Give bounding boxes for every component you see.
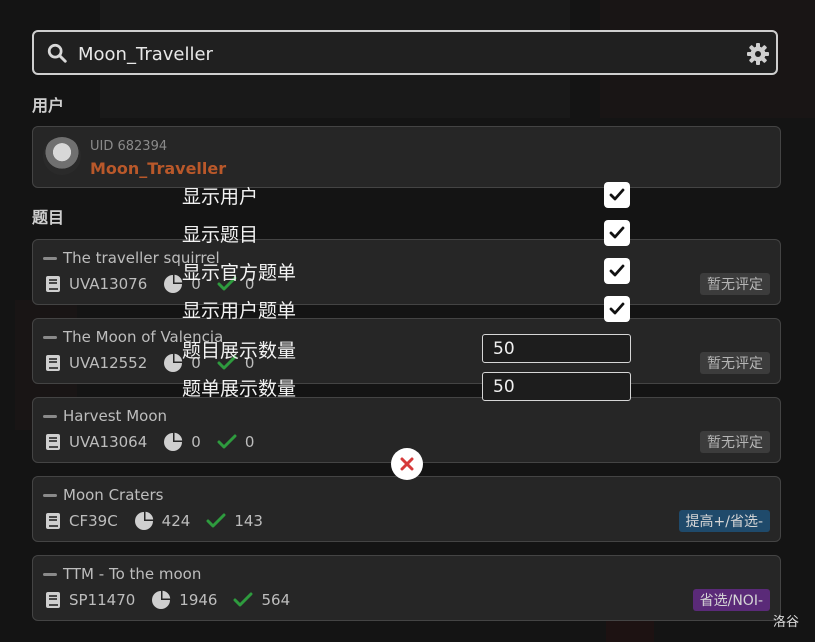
search-panel: 用户 UID 682394 Moon_Traveller 题目 The trav… xyxy=(0,0,815,642)
problem-id: UVA13064 xyxy=(69,433,148,451)
problem-id: UVA12552 xyxy=(69,354,148,372)
problem-title-text: Moon Craters xyxy=(63,486,164,504)
show-official-lists-checkbox[interactable] xyxy=(604,258,630,284)
submit-count: 424 xyxy=(161,512,191,530)
book-icon xyxy=(45,591,61,609)
problem-id: SP11470 xyxy=(69,591,136,609)
pie-chart-icon xyxy=(163,432,183,452)
difficulty-tag: 暂无评定 xyxy=(700,273,770,295)
submit-count: 0 xyxy=(191,433,201,451)
problems-section-title: 题目 xyxy=(32,208,65,227)
problem-title-text: Harvest Moon xyxy=(63,407,168,425)
user-uid: UID 682394 xyxy=(90,139,168,154)
close-icon xyxy=(400,457,414,471)
setting-label: 题单展示数量 xyxy=(182,378,297,400)
difficulty-tag: 暂无评定 xyxy=(700,352,770,374)
difficulty-dash-icon xyxy=(43,335,57,339)
setting-show-official-lists: 显示官方题单 xyxy=(182,254,642,286)
accepted-count: 143 xyxy=(234,512,263,530)
problem-count-input[interactable] xyxy=(482,334,631,363)
user-name[interactable]: Moon_Traveller xyxy=(90,159,226,178)
problem-meta: CF39C 424 143 xyxy=(45,511,279,531)
show-users-checkbox[interactable] xyxy=(604,182,630,208)
problem-title[interactable]: Harvest Moon xyxy=(43,407,167,425)
check-icon xyxy=(233,592,253,608)
search-bar[interactable] xyxy=(32,30,778,75)
setting-list-count: 题单展示数量 xyxy=(182,372,642,404)
problem-id: UVA13076 xyxy=(69,275,148,293)
difficulty-dash-icon xyxy=(43,572,57,576)
difficulty-tag: 省选/NOI- xyxy=(692,589,770,611)
difficulty-tag: 提高+/省选- xyxy=(678,510,770,532)
setting-show-users: 显示用户 xyxy=(182,178,642,210)
setting-label: 显示官方题单 xyxy=(182,262,297,284)
book-icon xyxy=(45,354,61,372)
submit-count: 1946 xyxy=(179,591,218,609)
search-settings-popup: 显示用户 显示题目 显示官方题单 显示用户题单 题目展示数量 50 题单展示数量… xyxy=(182,178,642,408)
problem-meta: SP11470 1946 564 xyxy=(45,590,306,610)
difficulty-tag: 暂无评定 xyxy=(700,431,770,453)
show-user-lists-checkbox[interactable] xyxy=(604,296,630,322)
setting-label: 显示用户 xyxy=(182,186,259,208)
setting-label: 显示题目 xyxy=(182,224,259,246)
book-icon xyxy=(45,275,61,293)
setting-label: 题目展示数量 xyxy=(182,340,297,362)
pie-chart-icon xyxy=(134,511,154,531)
problem-title[interactable]: Moon Craters xyxy=(43,486,164,504)
problem-card[interactable]: Moon Craters CF39C 424 143 提高+/省选- xyxy=(32,476,781,542)
accepted-count: 564 xyxy=(261,591,291,609)
pie-chart-icon xyxy=(163,353,183,373)
close-settings-button[interactable] xyxy=(391,448,423,480)
book-icon xyxy=(45,512,61,530)
accepted-count: 0 xyxy=(244,433,255,451)
setting-show-user-lists: 显示用户题单 xyxy=(182,292,642,324)
check-icon xyxy=(206,513,226,529)
checkmark-icon xyxy=(609,264,625,277)
checkmark-icon xyxy=(609,226,625,239)
book-icon xyxy=(45,433,61,451)
check-icon xyxy=(217,434,237,450)
difficulty-dash-icon xyxy=(43,493,57,497)
list-count-input[interactable] xyxy=(482,372,631,401)
gear-icon[interactable] xyxy=(746,42,770,66)
problem-title-text: TTM - To the moon xyxy=(63,565,202,583)
avatar xyxy=(43,137,81,175)
difficulty-dash-icon xyxy=(43,414,57,418)
setting-label: 显示用户题单 xyxy=(182,300,297,322)
checkmark-icon xyxy=(609,302,625,315)
site-label: 洛谷 xyxy=(773,615,800,630)
pie-chart-icon xyxy=(163,274,183,294)
search-icon xyxy=(47,43,67,63)
show-problems-checkbox[interactable] xyxy=(604,220,630,246)
problem-meta: UVA13064 0 0 xyxy=(45,432,270,452)
problem-card[interactable]: TTM - To the moon SP11470 1946 564 省选/NOI- xyxy=(32,555,781,621)
setting-show-problems: 显示题目 xyxy=(182,216,642,248)
search-input[interactable] xyxy=(76,38,720,70)
problem-title[interactable]: TTM - To the moon xyxy=(43,565,201,583)
checkmark-icon xyxy=(609,188,625,201)
pie-chart-icon xyxy=(151,590,171,610)
problem-id: CF39C xyxy=(69,512,118,530)
users-section-title: 用户 xyxy=(32,96,65,115)
difficulty-dash-icon xyxy=(43,256,57,260)
setting-problem-count: 题目展示数量 xyxy=(182,334,642,366)
